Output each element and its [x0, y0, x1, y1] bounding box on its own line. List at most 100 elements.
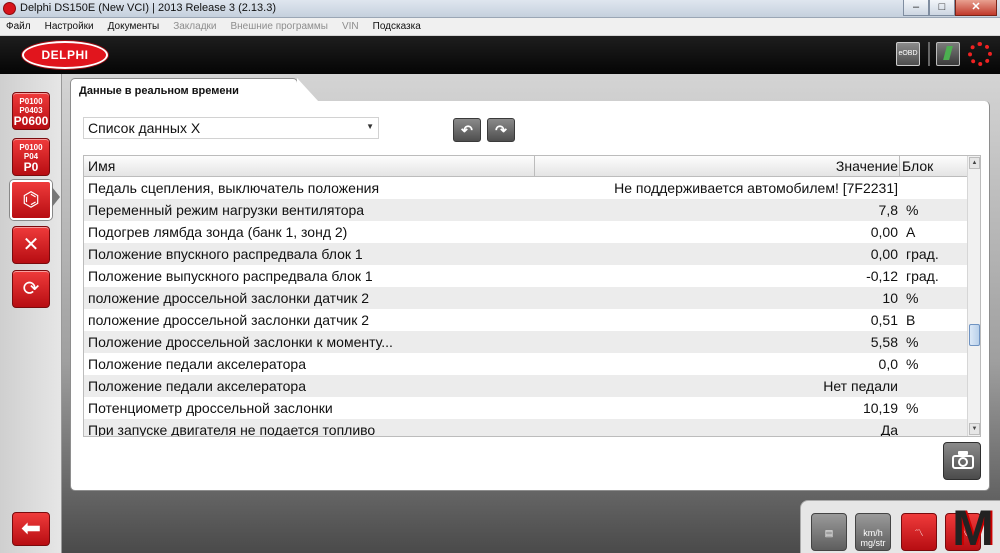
table-row[interactable]: положение дроссельной заслонки датчик 2 1… [84, 287, 968, 309]
live-data-button[interactable]: ⌬ [10, 180, 52, 220]
cell-name: При запуске двигателя не подается топлив… [88, 422, 376, 437]
table-row[interactable]: Положение дроссельной заслонки к моменту… [84, 331, 968, 353]
table-row[interactable]: положение дроссельной заслонки датчик 2 0… [84, 309, 968, 331]
cell-value: 0,00 [870, 246, 898, 262]
table-body: Педаль сцепления, выключатель положения Н… [84, 177, 968, 437]
table-row[interactable]: Переменный режим нагрузки вентилятора 7,8… [84, 199, 968, 221]
clear-dtc-button[interactable]: P0100 P04 P0 [12, 138, 50, 176]
undo-arrow-icon: ↶ [461, 122, 473, 138]
undo-button[interactable]: ↶ [453, 118, 481, 142]
window-title: Delphi DS150E (New VCI) | 2013 Release 3… [20, 2, 276, 14]
table-row[interactable]: Потенциометр дроссельной заслонки 10,19% [84, 397, 968, 419]
tab-label: Данные в реальном времени [79, 85, 239, 97]
units-button[interactable]: km/h mg/str [855, 513, 891, 551]
menu-vin: VIN [341, 21, 359, 32]
read-dtc-button[interactable]: P0100 P0403 P0600 [12, 92, 50, 130]
watermark-logo: M [952, 500, 994, 553]
cell-name: Положение выпускного распредвала блок 1 [88, 268, 373, 284]
data-list-select[interactable]: Список данных X ▼ [83, 117, 379, 139]
cell-name: Педаль сцепления, выключатель положения [88, 180, 380, 196]
column-separator[interactable] [534, 156, 535, 177]
cell-value: 0,51 [870, 312, 898, 328]
cell-value: 10,19 [862, 400, 898, 416]
redo-arrow-icon: ↷ [495, 122, 507, 138]
title-bar: Delphi DS150E (New VCI) | 2013 Release 3… [0, 0, 1000, 18]
cell-name: Положение педали акселератора [88, 378, 306, 394]
cell-name: Переменный режим нагрузки вентилятора [88, 202, 365, 218]
cell-value: 0,0 [878, 356, 898, 372]
adjustments-button[interactable]: ⟳ [12, 270, 50, 308]
scroll-up-arrow-icon[interactable]: ▲ [969, 157, 980, 169]
cell-unit: % [906, 202, 919, 218]
activation-tests-button[interactable]: ✕ [12, 226, 50, 264]
table-row[interactable]: При запуске двигателя не подается топлив… [84, 419, 968, 437]
live-data-icon: ⌬ [22, 189, 40, 211]
tools-icon: ✕ [22, 234, 40, 256]
main-panel: Список данных X ▼ ↶ ↷ Имя Значение Блок … [70, 101, 990, 491]
snapshot-button[interactable] [943, 442, 981, 480]
dropdown-arrow-icon: ▼ [366, 122, 374, 131]
active-indicator-arrow [52, 187, 60, 207]
cell-value: Не поддерживается автомобилем! [7F2231] [614, 180, 898, 196]
data-list-select-value: Список данных X [88, 120, 201, 136]
print-button[interactable]: ▤ [811, 513, 847, 551]
maximize-button[interactable]: □ [929, 0, 955, 16]
dtc-code-1: P0100 [19, 97, 43, 106]
menu-settings[interactable]: Настройки [45, 21, 94, 32]
graph-icon: 〽 [914, 528, 924, 538]
back-button[interactable]: ⬅ [12, 512, 50, 546]
cell-value: 7,8 [878, 202, 898, 218]
cell-name: Подогрев лямбда зонда (банк 1, зонд 2) [88, 224, 348, 240]
window-controls: – □ ✕ [903, 0, 997, 17]
table-row[interactable]: Положение впускного распредвала блок 1 0,… [84, 243, 968, 265]
vertical-scrollbar[interactable]: ▲ ▼ [967, 156, 980, 436]
menu-documents[interactable]: Документы [108, 21, 160, 32]
cell-unit: % [906, 356, 919, 372]
menu-file[interactable]: Файл [6, 21, 31, 32]
cell-name: Положение педали акселератора [88, 356, 306, 372]
delphi-logo: DELPHI [22, 41, 108, 69]
column-header-value[interactable]: Значение [836, 158, 898, 174]
menu-external-programs: Внешние программы [230, 21, 328, 32]
scrollbar-thumb[interactable] [969, 324, 980, 346]
cell-name: Положение впускного распредвала блок 1 [88, 246, 363, 262]
activity-spinner-icon [968, 42, 992, 66]
header-separator [928, 42, 930, 66]
menu-bookmarks: Закладки [173, 21, 217, 32]
column-separator[interactable] [899, 156, 900, 177]
cell-unit: % [906, 400, 919, 416]
tab-live-data[interactable]: Данные в реальном времени [70, 78, 319, 102]
cell-unit: град. [906, 246, 939, 262]
column-header-unit[interactable]: Блок [902, 158, 933, 174]
cell-value: 0,00 [870, 224, 898, 240]
graph-button[interactable]: 〽 [901, 513, 937, 551]
dtc-code-3: P0600 [13, 114, 49, 128]
eobd-icon[interactable]: eOBD [896, 42, 920, 66]
app-header: DELPHI eOBD [0, 36, 1000, 74]
minimize-button[interactable]: – [903, 0, 929, 16]
menu-help[interactable]: Подсказка [373, 21, 421, 32]
table-row[interactable]: Положение выпускного распредвала блок 1 -… [84, 265, 968, 287]
close-button[interactable]: ✕ [955, 0, 997, 16]
cell-name: положение дроссельной заслонки датчик 2 [88, 290, 370, 306]
table-row[interactable]: Подогрев лямбда зонда (банк 1, зонд 2) 0,… [84, 221, 968, 243]
vci-connection-icon[interactable] [936, 42, 960, 66]
redo-button[interactable]: ↷ [487, 118, 515, 142]
back-arrow-icon: ⬅ [20, 515, 42, 542]
cell-name: Положение дроссельной заслонки к моменту… [88, 334, 393, 350]
cell-unit: В [906, 312, 916, 328]
cell-name: положение дроссельной заслонки датчик 2 [88, 312, 370, 328]
cell-unit: % [906, 290, 919, 306]
live-data-table: Имя Значение Блок Педаль сцепления, выкл… [83, 155, 981, 437]
table-row[interactable]: Положение педали акселератора 0,0% [84, 353, 968, 375]
app-icon [3, 2, 16, 15]
column-header-name[interactable]: Имя [88, 158, 115, 174]
printer-icon: ▤ [824, 528, 834, 538]
clear-dtc-code-3: P0 [23, 160, 39, 174]
camera-lens-icon [958, 457, 968, 467]
cell-unit: % [906, 334, 919, 350]
table-row[interactable]: Положение педали акселератора Нет педали [84, 375, 968, 397]
scroll-down-arrow-icon[interactable]: ▼ [969, 423, 980, 435]
table-row[interactable]: Педаль сцепления, выключатель положения Н… [84, 177, 968, 199]
clear-dtc-code-1: P0100 [19, 143, 43, 152]
